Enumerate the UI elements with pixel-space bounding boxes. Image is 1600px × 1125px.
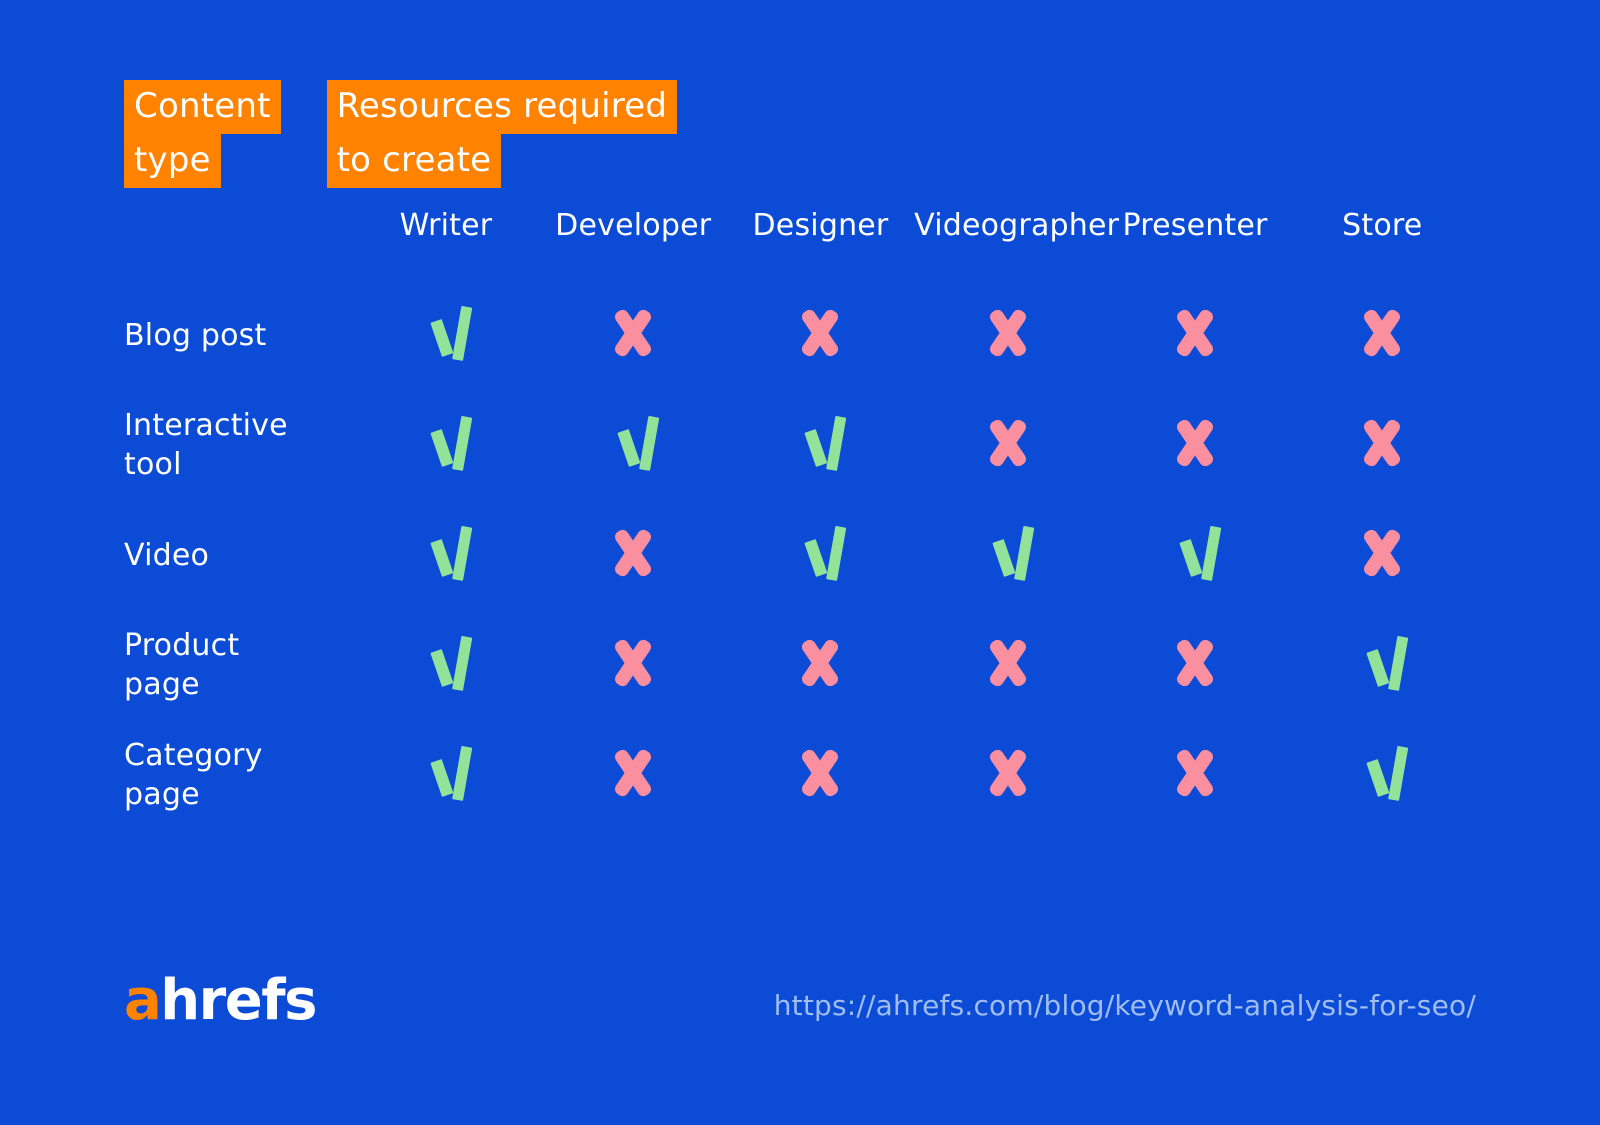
cell-product-page-developer <box>540 610 727 720</box>
content-type-heading: Content type <box>124 80 281 188</box>
cell-blog-post-writer <box>352 280 539 390</box>
cell-video-developer <box>540 500 727 610</box>
source-url: https://ahrefs.com/blog/keyword-analysis… <box>773 989 1476 1022</box>
cross-icon <box>788 741 852 805</box>
column-header-writer: Writer <box>399 208 493 243</box>
cell-category-page-developer <box>540 720 727 830</box>
row-label-category-page: Category page <box>124 738 263 812</box>
cross-icon <box>1163 411 1227 475</box>
cell-video-videographer <box>914 500 1101 610</box>
check-icon <box>976 521 1040 585</box>
cell-blog-post-store <box>1289 280 1476 390</box>
row-label-video: Video <box>124 537 210 573</box>
cell-interactive-tool-developer <box>540 390 727 500</box>
cell-interactive-tool-presenter <box>1101 390 1288 500</box>
cell-category-page-presenter <box>1101 720 1288 830</box>
column-header-presenter: Presenter <box>1122 208 1268 243</box>
cross-icon <box>1163 741 1227 805</box>
cell-category-page-store <box>1289 720 1476 830</box>
column-header-label <box>124 196 352 280</box>
resources-heading-line1: Resources required <box>326 80 678 134</box>
check-icon <box>414 631 478 695</box>
cell-blog-post-videographer <box>914 280 1101 390</box>
cross-icon <box>1350 411 1414 475</box>
cross-icon <box>976 631 1040 695</box>
headings-band: Content type Resources required to creat… <box>124 80 678 188</box>
check-icon <box>414 411 478 475</box>
cell-product-page-presenter <box>1101 610 1288 720</box>
check-icon <box>788 411 852 475</box>
cell-interactive-tool-designer <box>727 390 914 500</box>
check-icon <box>601 411 665 475</box>
content-type-heading-line1: Content <box>124 80 281 134</box>
column-header-developer: Developer <box>555 208 712 243</box>
resources-heading-line2: to create <box>326 134 502 188</box>
cell-video-presenter <box>1101 500 1288 610</box>
table-row: Product page <box>124 610 1476 720</box>
cell-category-page-videographer <box>914 720 1101 830</box>
cell-blog-post-designer <box>727 280 914 390</box>
cross-icon <box>601 301 665 365</box>
table-row: Interactive tool <box>124 390 1476 500</box>
footer: ahrefs https://ahrefs.com/blog/keyword-a… <box>0 969 1600 1029</box>
row-label-blog-post: Blog post <box>124 317 267 353</box>
content-type-heading-line2: type <box>124 134 221 188</box>
cell-interactive-tool-writer <box>352 390 539 500</box>
cross-icon <box>788 631 852 695</box>
cell-video-store <box>1289 500 1476 610</box>
check-icon <box>414 741 478 805</box>
cell-product-page-store <box>1289 610 1476 720</box>
ahrefs-logo: ahrefs <box>124 973 317 1029</box>
check-icon <box>1350 741 1414 805</box>
table-row: Blog post <box>124 280 1476 390</box>
cross-icon <box>788 301 852 365</box>
cell-product-page-videographer <box>914 610 1101 720</box>
cell-category-page-designer <box>727 720 914 830</box>
cell-product-page-designer <box>727 610 914 720</box>
cross-icon <box>601 631 665 695</box>
cross-icon <box>601 521 665 585</box>
cell-video-designer <box>727 500 914 610</box>
infographic-canvas: Content type Resources required to creat… <box>0 0 1600 1125</box>
column-header-designer: Designer <box>752 208 889 243</box>
cell-interactive-tool-videographer <box>914 390 1101 500</box>
resource-matrix-table: Writer Developer Designer Videographer P… <box>124 196 1476 830</box>
logo-letter-a: a <box>124 968 162 1033</box>
cross-icon <box>1350 301 1414 365</box>
cell-blog-post-presenter <box>1101 280 1288 390</box>
cell-category-page-writer <box>352 720 539 830</box>
cross-icon <box>1350 521 1414 585</box>
cross-icon <box>601 741 665 805</box>
check-icon <box>1163 521 1227 585</box>
check-icon <box>1350 631 1414 695</box>
check-icon <box>414 521 478 585</box>
column-header-videographer: Videographer <box>914 208 1120 243</box>
resources-heading: Resources required to create <box>326 80 678 188</box>
check-icon <box>414 301 478 365</box>
table-row: Category page <box>124 720 1476 830</box>
cross-icon <box>1163 301 1227 365</box>
logo-wordmark: hrefs <box>160 968 317 1033</box>
check-icon <box>788 521 852 585</box>
cell-product-page-writer <box>352 610 539 720</box>
column-header-store: Store <box>1342 208 1423 243</box>
row-label-interactive-tool: Interactive tool <box>124 408 288 482</box>
cross-icon <box>1163 631 1227 695</box>
table-header-row: Writer Developer Designer Videographer P… <box>124 196 1476 280</box>
cross-icon <box>976 741 1040 805</box>
cross-icon <box>976 411 1040 475</box>
cell-video-writer <box>352 500 539 610</box>
cross-icon <box>976 301 1040 365</box>
cell-interactive-tool-store <box>1289 390 1476 500</box>
table-body: Blog post Interactive tool Video Product… <box>124 280 1476 830</box>
row-label-product-page: Product page <box>124 628 240 702</box>
cell-blog-post-developer <box>540 280 727 390</box>
table-row: Video <box>124 500 1476 610</box>
